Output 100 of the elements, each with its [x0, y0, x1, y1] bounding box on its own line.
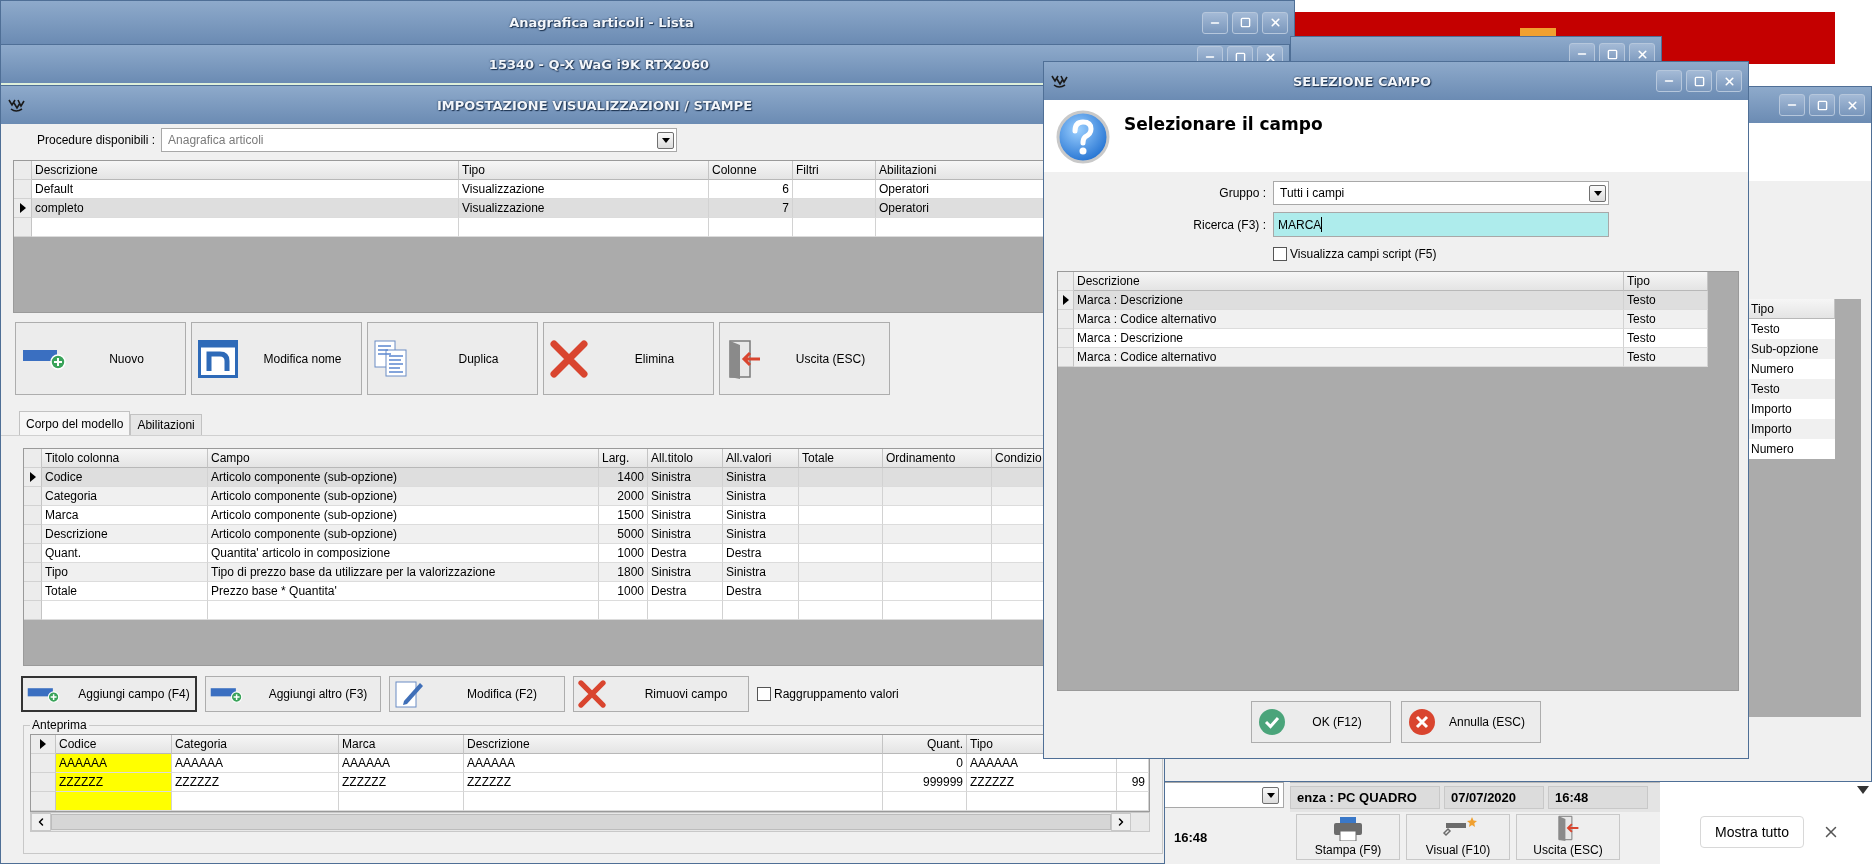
table-row[interactable]: Marca : Descrizione Testo	[1058, 291, 1738, 310]
dialog-button[interactable]: OK (F12)	[1251, 701, 1391, 743]
column-header[interactable]: Descrizione	[464, 735, 883, 754]
action-button[interactable]: Aggiungi campo (F4)	[21, 676, 197, 712]
exit-door-icon	[726, 338, 762, 379]
close-icon	[1722, 74, 1736, 88]
table-cell: Sub-opzione	[1749, 339, 1835, 359]
app-icon	[1050, 73, 1068, 89]
add-icon	[27, 685, 61, 703]
maximize-button[interactable]	[1232, 11, 1258, 34]
maximize-button[interactable]	[1686, 70, 1712, 92]
column-header[interactable]: Categoria	[172, 735, 339, 754]
minimize-button[interactable]	[1779, 94, 1805, 116]
cancel-circle-icon	[1408, 708, 1436, 736]
toolbar-button[interactable]: Stampa (F9)	[1296, 814, 1400, 860]
show-all-button[interactable]: Mostra tutto	[1700, 816, 1804, 848]
clock-text: 16:48	[1173, 830, 1209, 845]
field-label: Ricerca (F3) :	[1192, 217, 1266, 232]
dropdown-button[interactable]	[1262, 786, 1279, 804]
table-cell: Marca : Descrizione	[1074, 291, 1624, 310]
dropdown-field[interactable]	[1164, 782, 1284, 808]
table-cell: AAAAAA	[56, 754, 172, 773]
tab[interactable]: Corpo del modello	[19, 411, 131, 435]
column-header[interactable]: Filtri	[793, 161, 876, 180]
maximize-icon	[1234, 51, 1246, 63]
minimize-button[interactable]	[1202, 11, 1228, 34]
dropdown-button[interactable]	[1589, 184, 1606, 202]
row-indicator[interactable]	[24, 468, 42, 487]
window-icon	[198, 339, 238, 378]
action-button[interactable]: Modifica (F2)	[389, 676, 565, 712]
maximize-button[interactable]	[1809, 94, 1835, 116]
column-header[interactable]: Codice	[56, 735, 172, 754]
column-header[interactable]: Descrizione	[1074, 272, 1624, 291]
caret-icon	[1593, 190, 1602, 196]
row-pointer-icon	[40, 739, 46, 749]
column-header[interactable]: Campo	[208, 449, 599, 468]
dialog-heading: Selezionare il campo	[1124, 114, 1323, 136]
scroll-thumb[interactable]	[51, 814, 1111, 830]
group-dropdown[interactable]: Tutti i campi	[1273, 181, 1609, 205]
toolbar-button[interactable]: Nuovo	[15, 322, 186, 395]
table-cell: Marca : Codice alternativo	[1074, 348, 1624, 367]
table-cell: Numero	[1749, 359, 1835, 379]
add-icon	[210, 685, 244, 703]
column-header[interactable]: Quant.	[883, 735, 967, 754]
maximize-icon	[1693, 75, 1705, 87]
table-row[interactable]: Marca : Codice alternativo Testo	[1058, 310, 1738, 329]
minimize-button[interactable]	[1656, 70, 1682, 92]
maximize-icon	[1606, 48, 1618, 60]
header-corner	[24, 449, 42, 468]
action-button[interactable]: Aggiungi altro (F3)	[205, 676, 381, 712]
column-header[interactable]: Larg.	[599, 449, 648, 468]
table-cell: Testo	[1624, 310, 1708, 329]
column-header[interactable]: Tipo	[459, 161, 709, 180]
toolbar-button[interactable]: Elimina	[543, 322, 714, 395]
toolbar-button[interactable]: Modifica nome	[191, 322, 362, 395]
column-header[interactable]: Tipo	[1624, 272, 1708, 291]
row-indicator[interactable]	[14, 199, 32, 218]
column-header[interactable]: Marca	[339, 735, 464, 754]
documents-icon	[374, 339, 408, 378]
column-header[interactable]: All.valori	[723, 449, 799, 468]
column-header[interactable]: All.titolo	[648, 449, 723, 468]
column-header[interactable]: Ordinamento	[883, 449, 992, 468]
maximize-icon	[1816, 99, 1828, 111]
column-header[interactable]: Titolo colonna	[42, 449, 208, 468]
column-header[interactable]: Totale	[799, 449, 883, 468]
group-title: Anteprima	[31, 718, 88, 732]
tab[interactable]: Abilitazioni	[130, 414, 202, 435]
printer-icon	[1332, 817, 1364, 841]
table-cell: Importo	[1749, 419, 1835, 439]
toolbar-button[interactable]: Duplica	[367, 322, 538, 395]
caret-icon	[1266, 792, 1275, 798]
column-header[interactable]: Descrizione	[32, 161, 459, 180]
close-icon	[1845, 98, 1859, 112]
table-cell	[1117, 792, 1149, 811]
checkbox[interactable]	[757, 687, 771, 701]
toolbar-button[interactable]: Uscita (ESC)	[1516, 814, 1620, 860]
column-header[interactable]: Tipo	[1749, 299, 1835, 319]
table-cell: Testo	[1749, 379, 1835, 399]
table-cell: Testo	[1624, 329, 1708, 348]
close-icon	[1635, 47, 1649, 61]
table-row[interactable]: Marca : Codice alternativo Testo	[1058, 348, 1738, 367]
toolbar-button[interactable]: Uscita (ESC)	[719, 322, 890, 395]
dialog-button[interactable]: Annulla (ESC)	[1401, 701, 1541, 743]
scroll-left-button[interactable]	[31, 813, 51, 831]
scroll-down-icon[interactable]	[1857, 786, 1869, 794]
window-title: IMPOSTAZIONE VISUALIZZAZIONI / STAMPE	[435, 97, 754, 113]
header-corner	[14, 161, 32, 180]
search-field[interactable]: MARCA	[1273, 212, 1609, 237]
checkbox-label: Visualizza campi script (F5)	[1290, 247, 1437, 261]
table-row[interactable]: Marca : Descrizione Testo	[1058, 329, 1738, 348]
action-button[interactable]: Rimuovi campo	[573, 676, 749, 712]
table-cell: Marca : Descrizione	[1074, 329, 1624, 348]
horizontal-scrollbar[interactable]	[30, 812, 1150, 832]
toolbar-button[interactable]: Visual (F10)	[1406, 814, 1510, 860]
scroll-right-button[interactable]	[1111, 813, 1131, 831]
row-indicator[interactable]	[1058, 291, 1074, 310]
header-corner	[1058, 272, 1074, 291]
checkbox[interactable]	[1273, 247, 1287, 261]
column-header[interactable]: Colonne	[709, 161, 793, 180]
help-icon	[1056, 110, 1110, 164]
